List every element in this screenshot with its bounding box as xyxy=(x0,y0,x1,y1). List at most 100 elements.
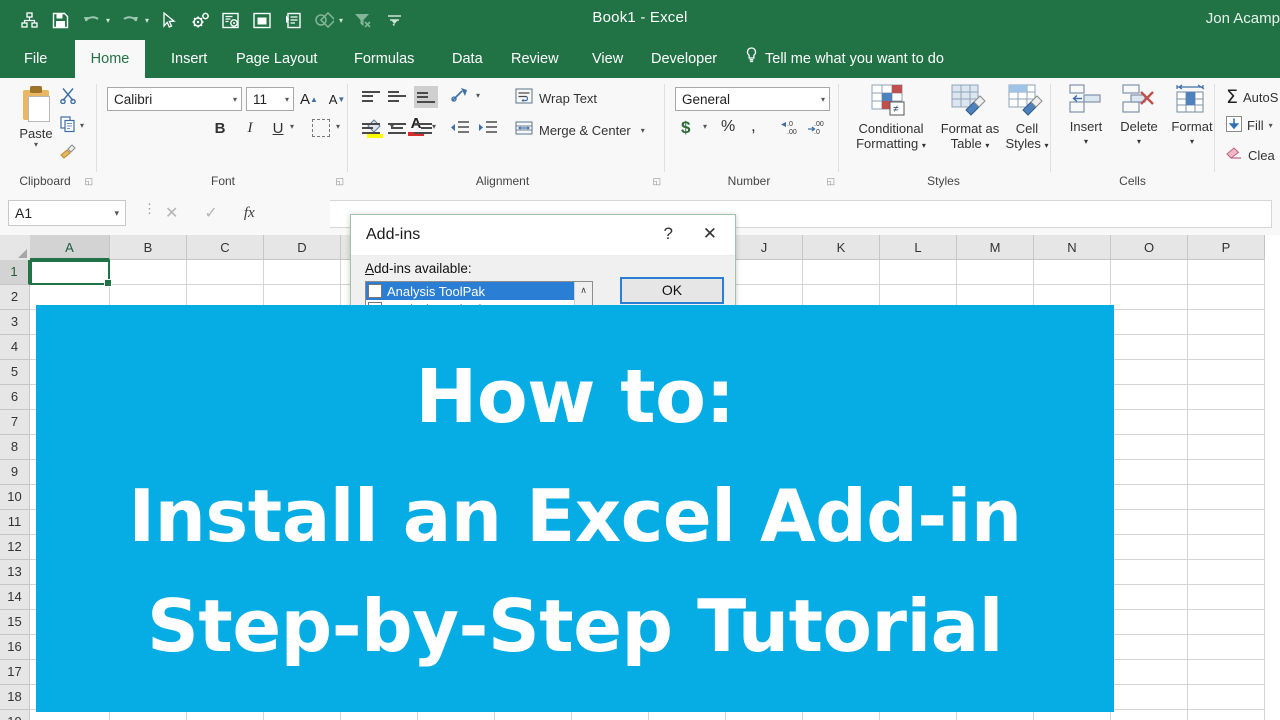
cell-O4[interactable] xyxy=(1111,335,1188,360)
cell-O17[interactable] xyxy=(1111,660,1188,685)
tab-view[interactable]: View xyxy=(578,40,637,78)
cell-P7[interactable] xyxy=(1188,410,1265,435)
cell-P9[interactable] xyxy=(1188,460,1265,485)
number-dialog-launcher[interactable]: ◱ xyxy=(826,176,835,187)
insert-function-button[interactable]: fx xyxy=(244,205,255,222)
cell-P16[interactable] xyxy=(1188,635,1265,660)
insert-cells-dropdown-icon[interactable]: ▾ xyxy=(1061,134,1111,149)
tab-developer[interactable]: Developer xyxy=(637,40,731,78)
row-header-11[interactable]: 11 xyxy=(0,510,30,535)
cell-styles-button[interactable]: Cell Styles ▾ xyxy=(1001,84,1053,153)
insert-cells-button[interactable]: Insert ▾ xyxy=(1061,84,1111,149)
row-header-3[interactable]: 3 xyxy=(0,310,30,335)
column-header-m[interactable]: M xyxy=(957,235,1034,260)
cell-P18[interactable] xyxy=(1188,685,1265,710)
cell-O11[interactable] xyxy=(1111,510,1188,535)
align-middle-button[interactable] xyxy=(388,88,406,104)
tab-review[interactable]: Review xyxy=(497,40,573,78)
cell-O7[interactable] xyxy=(1111,410,1188,435)
cell-P15[interactable] xyxy=(1188,610,1265,635)
format-as-table-dropdown-icon[interactable]: ▾ xyxy=(985,141,989,150)
column-header-o[interactable]: O xyxy=(1111,235,1188,260)
select-all-button[interactable] xyxy=(0,235,31,261)
cut-button[interactable] xyxy=(60,87,77,107)
copy-button[interactable]: ▾ xyxy=(60,116,84,136)
enter-formula-button[interactable]: ✓ xyxy=(204,203,217,223)
cell-O18[interactable] xyxy=(1111,685,1188,710)
cell-styles-dropdown-icon[interactable]: ▾ xyxy=(1045,141,1049,150)
cell-O15[interactable] xyxy=(1111,610,1188,635)
cell-P3[interactable] xyxy=(1188,310,1265,335)
cell-O13[interactable] xyxy=(1111,560,1188,585)
row-header-12[interactable]: 12 xyxy=(0,535,30,560)
tab-home[interactable]: Home xyxy=(75,40,145,78)
column-header-n[interactable]: N xyxy=(1034,235,1111,260)
font-size-select[interactable]: 11 ▾ xyxy=(246,87,294,111)
comma-button[interactable]: , xyxy=(751,116,756,136)
cell-C1[interactable] xyxy=(187,260,264,285)
cell-P2[interactable] xyxy=(1188,285,1265,310)
increase-font-size-button[interactable]: A ▲ xyxy=(298,88,320,110)
row-header-18[interactable]: 18 xyxy=(0,685,30,710)
orientation-dropdown-icon[interactable]: ▾ xyxy=(476,91,480,100)
cell-P19[interactable] xyxy=(1188,710,1265,720)
row-header-19[interactable]: 19 xyxy=(0,710,30,720)
row-header-14[interactable]: 14 xyxy=(0,585,30,610)
row-header-16[interactable]: 16 xyxy=(0,635,30,660)
row-header-6[interactable]: 6 xyxy=(0,385,30,410)
increase-decimal-button[interactable]: .0.00 xyxy=(779,118,801,140)
column-header-j[interactable]: J xyxy=(726,235,803,260)
row-header-8[interactable]: 8 xyxy=(0,435,30,460)
cell-P5[interactable] xyxy=(1188,360,1265,385)
paste-dropdown-icon[interactable]: ▾ xyxy=(8,141,64,149)
row-header-9[interactable]: 9 xyxy=(0,460,30,485)
cell-O5[interactable] xyxy=(1111,360,1188,385)
cell-O14[interactable] xyxy=(1111,585,1188,610)
row-header-15[interactable]: 15 xyxy=(0,610,30,635)
delete-cells-dropdown-icon[interactable]: ▾ xyxy=(1113,134,1165,149)
align-bottom-button[interactable] xyxy=(414,86,438,108)
italic-button[interactable]: I xyxy=(240,118,260,138)
cell-M1[interactable] xyxy=(957,260,1034,285)
cell-P12[interactable] xyxy=(1188,535,1265,560)
align-top-button[interactable] xyxy=(362,88,380,104)
scroll-up-icon[interactable]: ∧ xyxy=(575,282,592,299)
help-icon[interactable]: ? xyxy=(664,224,673,244)
copy-dropdown-icon[interactable]: ▾ xyxy=(80,122,84,130)
paste-button[interactable]: Paste ▾ xyxy=(8,84,64,149)
underline-dropdown-icon[interactable]: ▾ xyxy=(290,122,294,131)
cell-P4[interactable] xyxy=(1188,335,1265,360)
format-painter-button[interactable] xyxy=(60,142,78,162)
increase-indent-button[interactable] xyxy=(478,120,497,139)
list-item[interactable]: Analysis ToolPak xyxy=(366,282,592,300)
column-header-k[interactable]: K xyxy=(803,235,880,260)
clipboard-dialog-launcher[interactable]: ◱ xyxy=(84,176,93,187)
clear-button[interactable]: Clea xyxy=(1226,146,1275,164)
cell-P11[interactable] xyxy=(1188,510,1265,535)
column-header-c[interactable]: C xyxy=(187,235,264,260)
cell-O12[interactable] xyxy=(1111,535,1188,560)
column-header-a[interactable]: A xyxy=(30,235,110,260)
cell-O1[interactable] xyxy=(1111,260,1188,285)
tab-insert[interactable]: Insert xyxy=(157,40,221,78)
cell-L1[interactable] xyxy=(880,260,957,285)
tab-data[interactable]: Data xyxy=(438,40,497,78)
cancel-formula-button[interactable]: ✕ xyxy=(165,203,178,223)
cell-P6[interactable] xyxy=(1188,385,1265,410)
delete-cells-button[interactable]: Delete ▾ xyxy=(1113,84,1165,149)
currency-dropdown-icon[interactable]: ▾ xyxy=(703,122,707,131)
underline-button[interactable]: U xyxy=(268,118,288,138)
cell-B1[interactable] xyxy=(110,260,187,285)
selected-cell-a1[interactable] xyxy=(30,260,112,287)
ok-button[interactable]: OK xyxy=(620,277,724,304)
decrease-decimal-button[interactable]: .00.0 xyxy=(807,118,829,140)
tab-formulas[interactable]: Formulas xyxy=(340,40,428,78)
close-icon[interactable]: ✕ xyxy=(703,224,717,244)
cell-P8[interactable] xyxy=(1188,435,1265,460)
account-name[interactable]: Jon Acamp xyxy=(1206,10,1280,27)
name-box[interactable]: A1 ▾ xyxy=(8,200,126,226)
decrease-indent-button[interactable] xyxy=(450,120,469,139)
cell-P14[interactable] xyxy=(1188,585,1265,610)
column-header-b[interactable]: B xyxy=(110,235,187,260)
decrease-font-size-button[interactable]: A ▼ xyxy=(326,88,348,110)
